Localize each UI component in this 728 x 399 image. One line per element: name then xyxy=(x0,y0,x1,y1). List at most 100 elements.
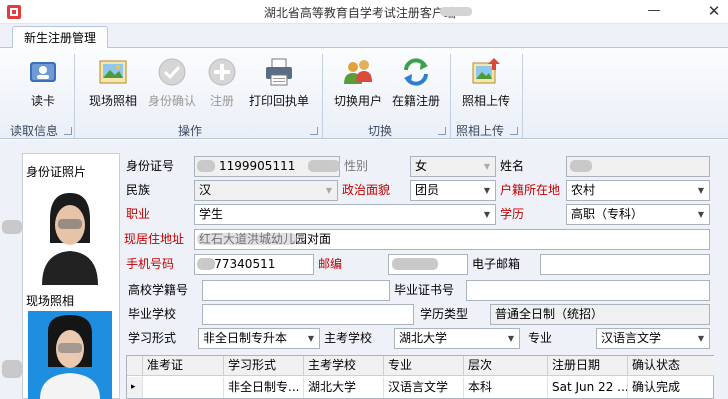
group-launcher-icon[interactable] xyxy=(438,127,446,135)
switch-user-label: 切换用户 xyxy=(333,94,382,108)
redaction-blur xyxy=(570,160,592,172)
education-select[interactable]: 高职（专科） ▼ xyxy=(566,204,710,225)
study-form-label: 学习形式 xyxy=(128,331,177,345)
chevron-down-icon: ▼ xyxy=(325,186,333,195)
read-card-button[interactable]: 读卡 xyxy=(18,56,68,108)
group-launcher-icon[interactable] xyxy=(64,127,72,135)
upload-photo-button[interactable]: 照相上传 xyxy=(458,56,514,108)
hukou-label: 户籍所在地 xyxy=(500,183,561,197)
read-card-label: 读卡 xyxy=(30,94,55,108)
occupation-select[interactable]: 学生 ▼ xyxy=(194,204,496,225)
grid-header-cell[interactable]: 准考证 xyxy=(143,356,224,376)
minimize-button[interactable]: — xyxy=(640,1,668,23)
row-selector-icon[interactable]: ▸ xyxy=(127,377,143,398)
table-cell[interactable]: 湖北大学 xyxy=(304,377,384,398)
phone-label: 手机号码 xyxy=(126,257,175,271)
grad-school-label: 毕业学校 xyxy=(128,307,177,321)
grad-school-field[interactable] xyxy=(202,304,414,325)
id-card-icon xyxy=(27,56,59,88)
live-photo-button[interactable]: 现场照相 xyxy=(86,56,140,108)
redaction-blur xyxy=(2,360,22,378)
education-label: 学历 xyxy=(500,207,525,221)
politics-select[interactable]: 团员 ▼ xyxy=(410,180,496,201)
host-school-label: 主考学校 xyxy=(324,331,373,345)
id-photo-label: 身份证照片 xyxy=(26,165,87,179)
chevron-down-icon: ▼ xyxy=(307,334,315,343)
ribbon-separator xyxy=(450,54,451,138)
redaction-blur xyxy=(197,160,215,172)
enrolled-register-label: 在籍注册 xyxy=(391,94,440,108)
major-select[interactable]: 汉语言文学 ▼ xyxy=(596,328,710,349)
id-confirm-button[interactable]: 身份确认 xyxy=(146,56,198,108)
window-title: 湖北省高等教育自学考试注册客户端 - xyxy=(263,6,465,20)
table-cell[interactable]: 本科 xyxy=(464,377,548,398)
occupation-label: 职业 xyxy=(126,207,151,221)
id-confirm-label: 身份确认 xyxy=(147,94,196,108)
grid-header-cell[interactable]: 确认状态 xyxy=(628,356,714,376)
live-photo-label: 现场照相 xyxy=(88,94,137,108)
address-label: 现居住地址 xyxy=(124,232,185,246)
grid-header-cell[interactable]: 专业 xyxy=(384,356,464,376)
close-button[interactable]: ✕ xyxy=(700,1,728,23)
host-school-select[interactable]: 湖北大学 ▼ xyxy=(394,328,520,349)
table-cell[interactable] xyxy=(143,377,224,398)
major-label: 专业 xyxy=(528,331,553,345)
group-label-operation: 操作 xyxy=(177,124,202,138)
group-label-switch: 切换 xyxy=(367,124,392,138)
school-type-field[interactable]: 普通全日制（统招） xyxy=(490,304,710,325)
register-button[interactable]: 注册 xyxy=(202,56,242,108)
print-receipt-button[interactable]: 打印回执单 xyxy=(246,56,312,108)
grid-header-cell[interactable]: 主考学校 xyxy=(304,356,384,376)
group-launcher-icon[interactable] xyxy=(510,127,518,135)
email-label: 电子邮箱 xyxy=(472,257,521,271)
chevron-down-icon: ▼ xyxy=(483,186,491,195)
id-photo xyxy=(28,181,112,285)
redaction-blur xyxy=(392,258,438,270)
redaction-blur xyxy=(197,258,215,270)
chevron-down-icon: ▼ xyxy=(483,162,491,171)
group-label-upload: 照相上传 xyxy=(455,124,504,138)
title-redaction xyxy=(440,7,472,16)
hukou-select[interactable]: 农村 ▼ xyxy=(566,180,710,201)
table-cell[interactable]: 非全日制专... xyxy=(224,377,304,398)
redaction-blur xyxy=(197,233,297,245)
email-field[interactable] xyxy=(540,254,710,275)
ethnicity-label: 民族 xyxy=(126,183,151,197)
enrolled-register-button[interactable]: 在籍注册 xyxy=(390,56,442,108)
graduation-no-field[interactable] xyxy=(466,280,710,301)
politics-label: 政治面貌 xyxy=(342,183,391,197)
tab-new-registration[interactable]: 新生注册管理 xyxy=(12,26,108,49)
gender-label: 性别 xyxy=(344,159,369,173)
plus-icon xyxy=(206,56,238,88)
photo-upload-icon xyxy=(470,56,502,88)
chevron-down-icon: ▼ xyxy=(483,210,491,219)
group-launcher-icon[interactable] xyxy=(310,127,318,135)
study-form-select[interactable]: 非全日制专升本 ▼ xyxy=(198,328,320,349)
group-label-read-info: 读取信息 xyxy=(9,124,58,138)
switch-user-button[interactable]: 切换用户 xyxy=(330,56,386,108)
users-icon xyxy=(342,56,374,88)
printer-icon xyxy=(263,56,295,88)
table-cell[interactable]: Sat Jun 22 ... xyxy=(548,377,628,398)
check-icon xyxy=(156,56,188,88)
table-cell[interactable]: 确认完成 xyxy=(628,377,714,398)
upload-photo-label: 照相上传 xyxy=(461,94,510,108)
grid-header-cell[interactable]: 注册日期 xyxy=(548,356,628,376)
redaction-blur xyxy=(2,220,22,234)
college-no-label: 高校学籍号 xyxy=(128,283,189,297)
gender-select[interactable]: 女 ▼ xyxy=(410,156,496,177)
grid-header-cell[interactable]: 学习形式 xyxy=(224,356,304,376)
college-no-field[interactable] xyxy=(202,280,390,301)
live-photo-area-label: 现场照相 xyxy=(26,294,75,308)
ribbon-separator xyxy=(322,54,323,138)
ribbon-separator xyxy=(74,54,75,138)
grid-header-cell[interactable]: 层次 xyxy=(464,356,548,376)
print-receipt-label: 打印回执单 xyxy=(248,94,309,108)
chevron-down-icon: ▼ xyxy=(697,210,705,219)
grid-row-header-corner xyxy=(127,356,143,376)
ethnicity-select[interactable]: 汉 ▼ xyxy=(194,180,338,201)
register-label: 注册 xyxy=(209,94,234,108)
table-cell[interactable]: 汉语言文学 xyxy=(384,377,464,398)
redaction-blur xyxy=(308,160,340,172)
graduation-no-label: 毕业证书号 xyxy=(394,283,455,297)
